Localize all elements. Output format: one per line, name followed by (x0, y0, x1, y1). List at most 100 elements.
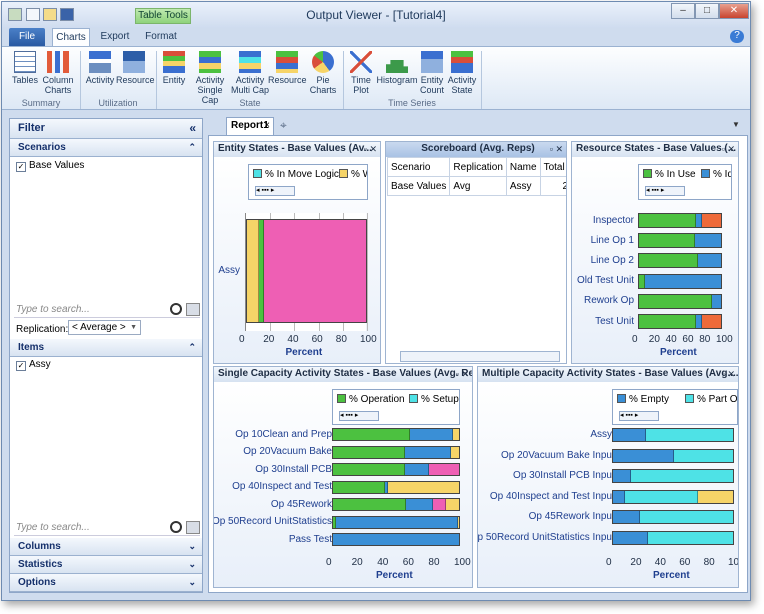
filter-clear-icon[interactable] (186, 521, 200, 534)
filter-clear-icon[interactable] (186, 303, 200, 316)
search-icon[interactable] (170, 303, 182, 315)
chart-area: % In Use % Id ◂ ▪▪▪ ▸ Inspector Line Op 1 Lin… (572, 157, 738, 363)
activity-util-button[interactable]: Activity (84, 51, 116, 85)
group-divider (156, 51, 157, 109)
legend-swatch (409, 394, 418, 403)
time-plot-button[interactable]: Time Plot (346, 51, 376, 95)
legend-scrollbar[interactable]: ◂ ▪▪▪ ▸ (255, 186, 295, 196)
report-canvas: Entity States - Base Values (Av... ▫ ✕ % … (208, 135, 748, 593)
bar (332, 533, 460, 546)
tab-file[interactable]: File (9, 28, 45, 46)
column-header[interactable]: Scenario (386, 157, 451, 177)
horizontal-scrollbar[interactable] (400, 351, 560, 362)
close-tab-icon[interactable]: × (264, 118, 270, 134)
group-state: State (239, 98, 261, 108)
histogram-button[interactable]: Histogram (376, 51, 418, 85)
activity-multi-cap-button[interactable]: Activity Multi Cap (230, 51, 270, 95)
scenario-label: Base Values (29, 160, 85, 171)
bar-segment (333, 481, 386, 493)
chevron-up-icon[interactable]: ⌃ (188, 339, 196, 356)
bar-segment (697, 254, 721, 268)
item-entry[interactable]: ✓ Assy (16, 359, 51, 371)
bar-segment (263, 220, 366, 322)
column-header[interactable]: Total Ex (539, 157, 566, 177)
panel-title: Single Capacity Activity States - Base V… (218, 368, 472, 379)
bar (612, 469, 734, 483)
tick-label: 0 (632, 334, 638, 345)
chevron-up-icon[interactable]: ⌃ (188, 139, 196, 156)
add-tab-icon[interactable]: ⌖ (280, 118, 287, 133)
table-row[interactable]: Base ValuesAvgAssy206 (386, 176, 566, 196)
pie-charts-button[interactable]: Pie Charts (306, 51, 340, 95)
filter-header: Filter « (10, 119, 202, 139)
chevron-down-icon[interactable]: ⌄ (188, 574, 196, 591)
search-icon[interactable] (170, 521, 182, 533)
entity-state-icon (163, 51, 185, 73)
column-header[interactable]: Replication (449, 157, 507, 177)
bar-segment (712, 294, 721, 308)
entity-count-button[interactable]: Entity Count (417, 51, 447, 95)
chevron-down-icon[interactable]: ⌄ (188, 538, 196, 555)
close-button[interactable]: ✕ (719, 3, 749, 19)
activity-state-button[interactable]: Activity State (446, 51, 478, 95)
statistics-header[interactable]: Statistics ⌄ (10, 556, 202, 574)
bar-segment (613, 511, 640, 523)
checkbox[interactable]: ✓ (16, 361, 26, 371)
bar-segment (631, 470, 733, 482)
legend-label: % Setup (421, 394, 459, 405)
resource-util-button[interactable]: Resource (116, 51, 155, 85)
scenarios-header[interactable]: Scenarios ⌃ (10, 139, 202, 157)
category-label: Op 40Inspect and Test Inpu (489, 490, 612, 502)
scenario-item[interactable]: ✓ Base Values (16, 160, 84, 172)
tab-list-icon[interactable]: ▼ (732, 120, 740, 129)
options-header[interactable]: Options ⌄ (10, 574, 202, 592)
panel-buttons-icon[interactable]: ▫ ✕ (364, 142, 377, 156)
category-label: Line Op 1 (590, 234, 634, 246)
bar-segment (695, 234, 721, 248)
report-tab[interactable]: Report1 × (226, 117, 274, 135)
legend-label: % Part Occupi (697, 394, 738, 405)
tab-export[interactable]: Export (95, 28, 135, 46)
maximize-button[interactable]: □ (695, 3, 719, 19)
pie-charts-label: Pie Charts (309, 75, 337, 95)
table-cell: Avg (449, 176, 507, 196)
plot-area (332, 428, 460, 554)
minimize-button[interactable]: – (671, 3, 695, 19)
bar-segment (639, 234, 696, 248)
chevron-down-icon[interactable]: ⌄ (188, 556, 196, 573)
tick-label: 80 (703, 557, 715, 568)
checkbox[interactable]: ✓ (16, 162, 26, 172)
legend-scrollbar[interactable]: ◂ ▪▪▪ ▸ (339, 411, 379, 421)
panel-buttons-icon[interactable]: ▫ ✕ (456, 367, 469, 381)
bar (638, 213, 722, 228)
panel-buttons-icon[interactable]: ▫ ✕ (550, 142, 563, 156)
window-title: Output Viewer - [Tutorial4] (306, 8, 446, 22)
legend-swatch (643, 169, 652, 178)
columns-header[interactable]: Columns ⌄ (10, 538, 202, 556)
tables-button[interactable]: Tables (8, 51, 42, 85)
bar-segment (674, 449, 733, 462)
bar (246, 219, 367, 323)
single-cap-icon (199, 51, 221, 73)
column-charts-button[interactable]: Column Charts (40, 51, 76, 95)
activity-single-cap-button[interactable]: Activity Single Cap (188, 51, 232, 105)
axis-title: Percent (653, 570, 690, 581)
items-header[interactable]: Items ⌃ (10, 339, 202, 357)
legend-scrollbar[interactable]: ◂ ▪▪▪ ▸ (619, 411, 659, 421)
resource-state-button[interactable]: Resource (268, 51, 307, 85)
plot-area (638, 213, 722, 331)
panel-buttons-icon[interactable]: ▫ ✕ (722, 142, 735, 156)
entity-state-button[interactable]: Entity (159, 51, 189, 85)
help-icon[interactable]: ? (730, 30, 744, 43)
legend-item: % W (339, 169, 367, 180)
chart-legend: % Empty % Part Occupi ◂ ▪▪▪ ▸ (612, 389, 738, 425)
legend-scrollbar[interactable]: ◂ ▪▪▪ ▸ (645, 186, 685, 196)
panel-buttons-icon[interactable]: ▫ ✕ (722, 367, 735, 381)
activity-state-icon (451, 51, 473, 73)
bar-segment (644, 274, 721, 288)
tab-format[interactable]: Format (139, 28, 183, 46)
column-header[interactable]: Name (505, 157, 541, 177)
replication-select[interactable]: < Average > ▼ (68, 320, 141, 335)
tab-charts[interactable]: Charts (52, 28, 90, 46)
collapse-pane-button[interactable]: « (189, 119, 196, 138)
